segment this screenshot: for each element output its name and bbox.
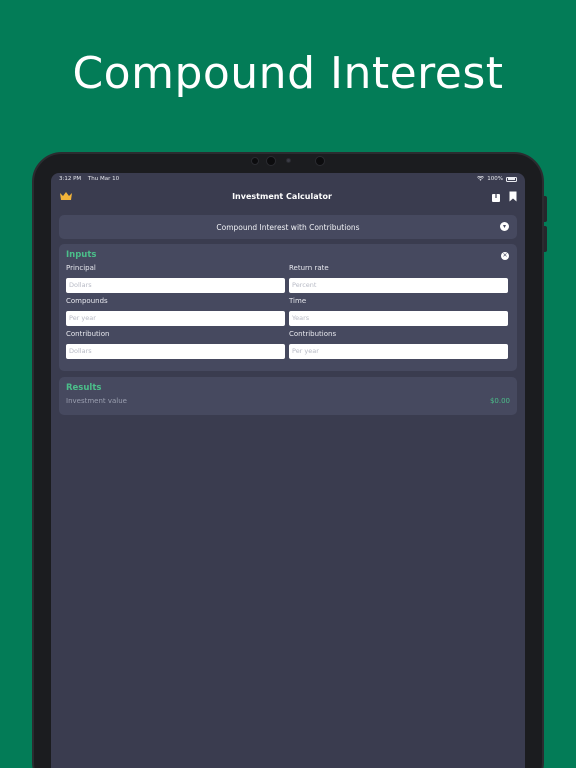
promo-headline: Compound Interest [72,48,504,99]
time-label: Time [289,297,307,305]
results-card: Results Investment value $0.00 [59,377,517,415]
volume-down-button [544,226,547,252]
camera-lens [251,157,259,165]
investment-value-label: Investment value [66,397,127,405]
contribution-field: Contribution Dollars [66,328,285,361]
nav-title: Investment Calculator [232,191,332,201]
share-icon[interactable] [491,190,501,202]
battery-icon [506,176,517,182]
chevron-down-icon[interactable]: ▾ [500,222,509,231]
results-section-title: Results [66,383,102,393]
camera-lens [266,156,276,166]
app-screen: 3:12 PM Thu Mar 10 100% Investment Calcu… [51,173,525,768]
inputs-section-title: Inputs [66,250,97,260]
contribution-label: Contribution [66,330,110,338]
principal-label: Principal [66,264,96,272]
status-time: 3:12 PM [59,176,82,182]
contributions-input[interactable]: Per year [289,344,508,359]
compounds-field: Compounds Per year [66,295,285,328]
investment-value-row: Investment value $0.00 [66,397,510,405]
contributions-label: Contributions [289,330,337,338]
volume-up-button [544,196,547,222]
status-bar: 3:12 PM Thu Mar 10 100% [51,173,525,185]
camera-lens [315,156,325,166]
navigation-bar: Investment Calculator [51,185,525,207]
clear-icon[interactable]: ✕ [501,252,509,260]
contribution-input[interactable]: Dollars [66,344,285,359]
compounds-label: Compounds [66,297,108,305]
inputs-card: Inputs ✕ Principal Dollars Return rate P… [59,244,517,371]
mode-selector-label: Compound Interest with Contributions [216,222,360,232]
investment-value-amount: $0.00 [489,397,510,405]
crown-icon[interactable] [59,191,73,201]
wifi-icon [477,175,485,183]
return-rate-field: Return rate Percent [289,262,508,295]
contributions-field: Contributions Per year [289,328,508,361]
return-rate-input[interactable]: Percent [289,278,508,293]
principal-field: Principal Dollars [66,262,285,295]
principal-input[interactable]: Dollars [66,278,285,293]
time-input[interactable]: Years [289,311,508,326]
battery-percent: 100% [487,176,503,182]
compounds-input[interactable]: Per year [66,311,285,326]
bookmark-icon[interactable] [509,191,517,202]
mode-selector[interactable]: Compound Interest with Contributions ▾ [59,215,517,239]
time-field: Time Years [289,295,508,328]
status-date: Thu Mar 10 [87,176,120,182]
camera-sensor [286,158,291,163]
return-rate-label: Return rate [289,264,329,272]
